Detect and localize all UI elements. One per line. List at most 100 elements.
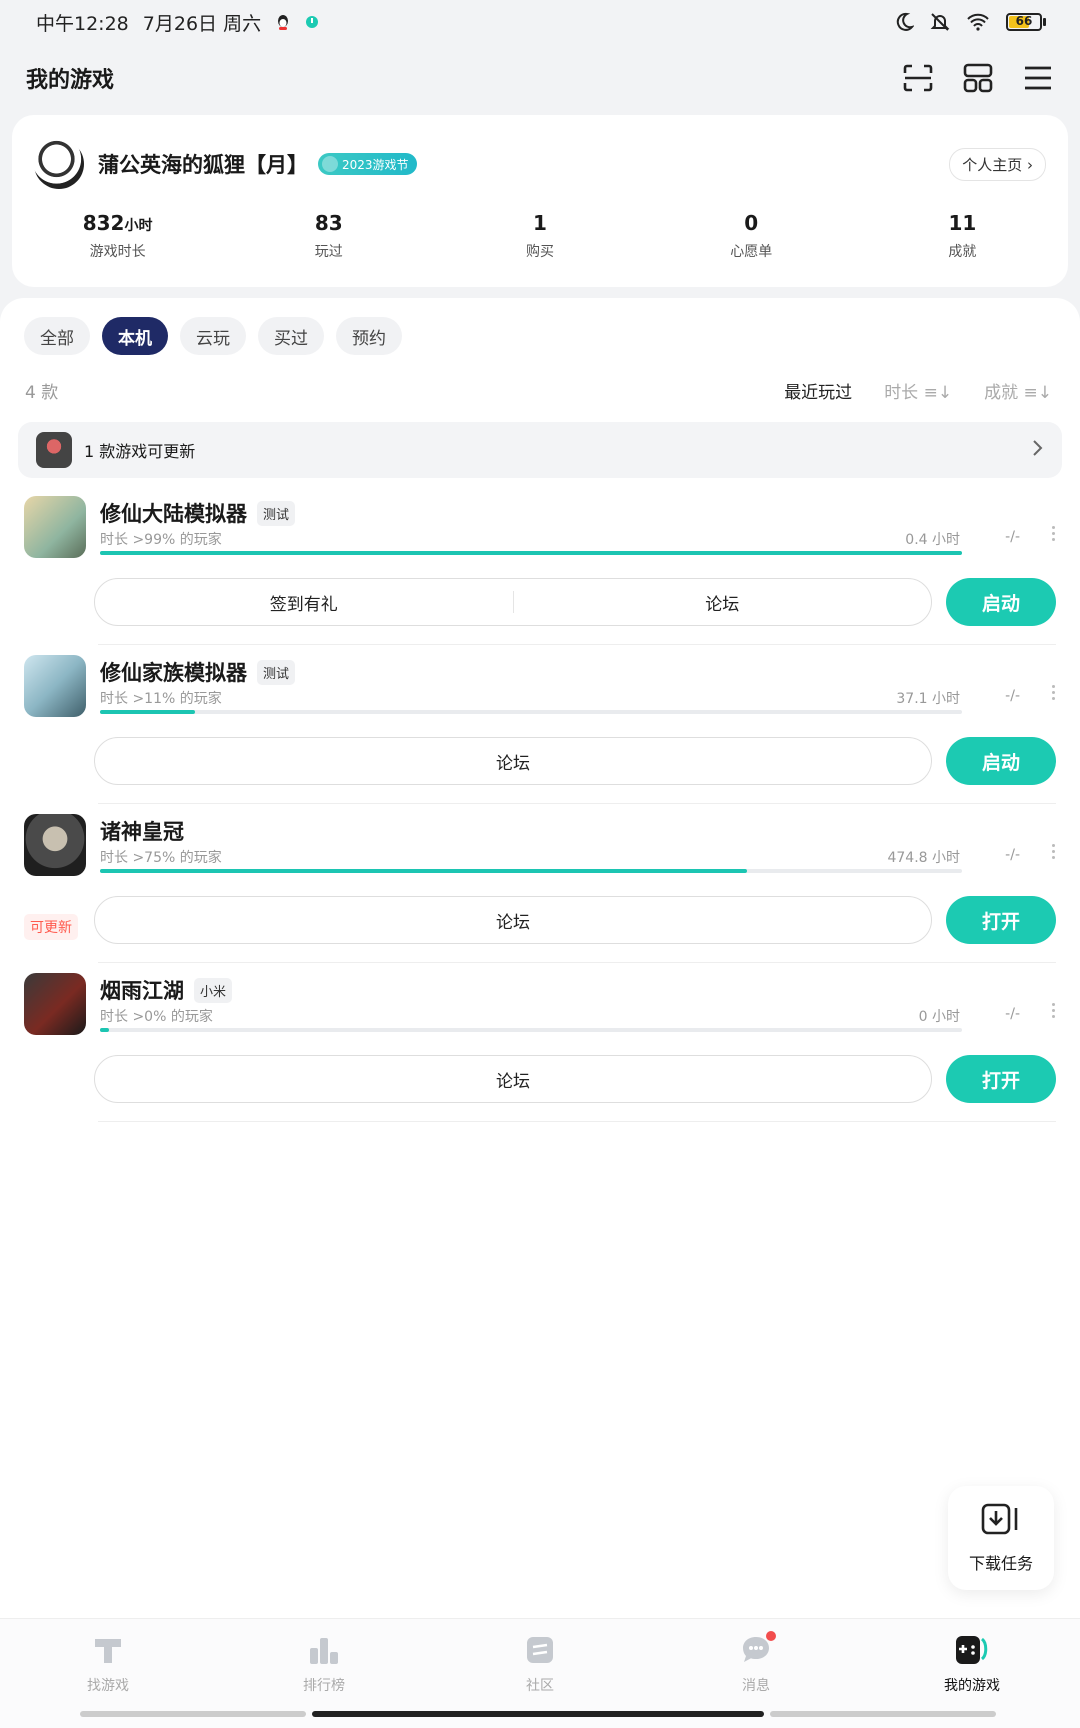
game-hours: 0 小时 — [918, 1009, 960, 1025]
game-title[interactable]: 烟雨江湖 — [100, 975, 184, 1005]
stat-achievements[interactable]: 11 成就 — [857, 211, 1068, 261]
forum-button[interactable]: 论坛 — [95, 1067, 931, 1092]
nav-label: 排行榜 — [303, 1678, 345, 1694]
tab-purchased[interactable]: 买过 — [258, 317, 324, 355]
status-bar: 中午12:28 7月26日 周六 66 — [0, 0, 1080, 44]
nav-label: 消息 — [742, 1678, 770, 1694]
stat-label: 游戏时长 — [89, 244, 146, 260]
sort-recent[interactable]: 最近玩过 — [784, 378, 852, 403]
update-available-bar[interactable]: 1 款游戏可更新 — [18, 422, 1062, 478]
game-title[interactable]: 修仙家族模拟器 — [100, 657, 247, 687]
game-links: 论坛 — [94, 1055, 932, 1103]
game-icon[interactable] — [24, 814, 86, 876]
stat-purchased[interactable]: 1 购买 — [434, 211, 645, 261]
layout-grid-icon[interactable] — [962, 62, 994, 94]
stat-label: 购买 — [526, 244, 554, 260]
game-thumbnail — [36, 432, 72, 468]
tab-local[interactable]: 本机 — [102, 317, 168, 355]
my-games-icon — [954, 1633, 990, 1667]
avatar[interactable] — [34, 139, 84, 189]
game-links: 论坛 — [94, 737, 932, 785]
game-title[interactable]: 修仙大陆模拟器 — [100, 498, 247, 528]
stat-wishlist[interactable]: 0 心愿单 — [646, 211, 857, 261]
download-task-button[interactable]: 下载任务 — [948, 1486, 1054, 1590]
checkin-reward-button[interactable]: 签到有礼 — [95, 590, 513, 615]
sort-achievement[interactable]: 成就 ≡↓ — [984, 378, 1052, 403]
stat-play-time[interactable]: 832小时 游戏时长 — [12, 211, 223, 261]
nav-label: 找游戏 — [87, 1678, 129, 1694]
profile-home-button[interactable]: 个人主页 › — [949, 147, 1046, 181]
sort-options: 最近玩过 时长 ≡↓ 成就 ≡↓ — [784, 378, 1052, 403]
playtime-progress — [100, 710, 962, 714]
status-time: 中午12:28 — [36, 12, 129, 35]
game-item: 修仙家族模拟器 测试 时长 >11% 的玩家 37.1 小时 -/- 论坛 启动 — [0, 655, 1080, 815]
festival-badge[interactable]: 2023游戏节 — [318, 153, 417, 175]
sort-duration[interactable]: 时长 ≡↓ — [884, 378, 952, 403]
game-icon[interactable] — [24, 973, 86, 1035]
festival-badge-icon — [322, 156, 338, 172]
launch-button[interactable]: 启动 — [946, 578, 1056, 626]
game-icon[interactable] — [24, 655, 86, 717]
launch-button[interactable]: 启动 — [946, 737, 1056, 785]
chevron-right-icon — [1032, 439, 1044, 461]
game-item: 烟雨江湖 小米 时长 >0% 的玩家 0 小时 -/- 论坛 打开 — [0, 973, 1080, 1133]
forum-button[interactable]: 论坛 — [514, 590, 932, 615]
game-rank-text: 时长 >99% 的玩家 — [100, 532, 222, 548]
qq-icon — [275, 13, 291, 31]
tab-cloud[interactable]: 云玩 — [180, 317, 246, 355]
wifi-icon — [966, 13, 990, 31]
festival-badge-label: 2023游戏节 — [342, 157, 409, 172]
stat-label: 成就 — [948, 244, 977, 260]
open-button[interactable]: 打开 — [946, 1055, 1056, 1103]
stat-value: 83 — [314, 211, 343, 235]
download-icon — [981, 1502, 1021, 1540]
page: 中午12:28 7月26日 周六 66 我的游戏 蒲公英海的狐狸【月】 2023… — [0, 0, 1080, 1728]
game-tag: 测试 — [257, 659, 296, 685]
battery-level: 66 — [1015, 14, 1033, 28]
page-title: 我的游戏 — [26, 68, 115, 93]
profile-card: 蒲公英海的狐狸【月】 2023游戏节 个人主页 › 832小时 游戏时长 83 … — [12, 115, 1068, 287]
moon-icon — [894, 12, 914, 32]
username[interactable]: 蒲公英海的狐狸【月】 — [98, 149, 308, 179]
ranking-icon — [306, 1633, 342, 1667]
forum-button[interactable]: 论坛 — [95, 908, 931, 933]
game-achievement-rate: -/- — [1005, 847, 1020, 863]
game-title-row: 烟雨江湖 小米 — [100, 975, 233, 1005]
filter-tabs: 全部 本机 云玩 买过 预约 — [24, 317, 402, 355]
stat-value: 1 — [533, 211, 547, 235]
game-rank-text: 时长 >75% 的玩家 — [100, 850, 222, 866]
game-count: 4 款 — [25, 383, 59, 403]
forum-button[interactable]: 论坛 — [95, 749, 931, 774]
more-options-icon[interactable] — [1052, 685, 1058, 700]
playtime-progress — [100, 869, 962, 873]
scan-icon[interactable] — [902, 62, 934, 94]
game-title[interactable]: 诸神皇冠 — [100, 816, 184, 846]
game-item: 诸神皇冠 时长 >75% 的玩家 474.8 小时 -/- 可更新 论坛 打开 — [0, 814, 1080, 974]
game-hours: 474.8 小时 — [887, 850, 960, 866]
open-button[interactable]: 打开 — [946, 896, 1056, 944]
stat-played[interactable]: 83 玩过 — [223, 211, 434, 261]
more-options-icon[interactable] — [1052, 844, 1058, 859]
nav-label: 社区 — [526, 1678, 554, 1694]
game-icon[interactable] — [24, 496, 86, 558]
more-options-icon[interactable] — [1052, 1003, 1058, 1018]
game-rank-text: 时长 >0% 的玩家 — [100, 1009, 213, 1025]
game-achievement-rate: -/- — [1005, 1006, 1020, 1022]
tab-reserved[interactable]: 预约 — [336, 317, 402, 355]
playtime-progress — [100, 1028, 962, 1032]
game-tag: 小米 — [194, 977, 233, 1003]
game-title-row: 诸神皇冠 — [100, 816, 184, 846]
tab-all[interactable]: 全部 — [24, 317, 90, 355]
game-achievement-rate: -/- — [1005, 529, 1020, 545]
update-badge[interactable]: 可更新 — [24, 914, 78, 940]
stat-label: 玩过 — [314, 244, 343, 260]
more-options-icon[interactable] — [1052, 526, 1058, 541]
stat-value: 0 — [744, 211, 759, 235]
game-tag: 测试 — [257, 500, 296, 526]
menu-icon[interactable] — [1022, 62, 1054, 94]
games-panel: 全部 本机 云玩 买过 预约 4 款 最近玩过 时长 ≡↓ 成就 ≡↓ 1 款游… — [0, 298, 1080, 1618]
nav-label: 我的游戏 — [944, 1678, 1000, 1694]
app-header: 我的游戏 — [0, 50, 1080, 106]
playtime-progress — [100, 551, 962, 555]
game-title-row: 修仙家族模拟器 测试 — [100, 657, 296, 687]
